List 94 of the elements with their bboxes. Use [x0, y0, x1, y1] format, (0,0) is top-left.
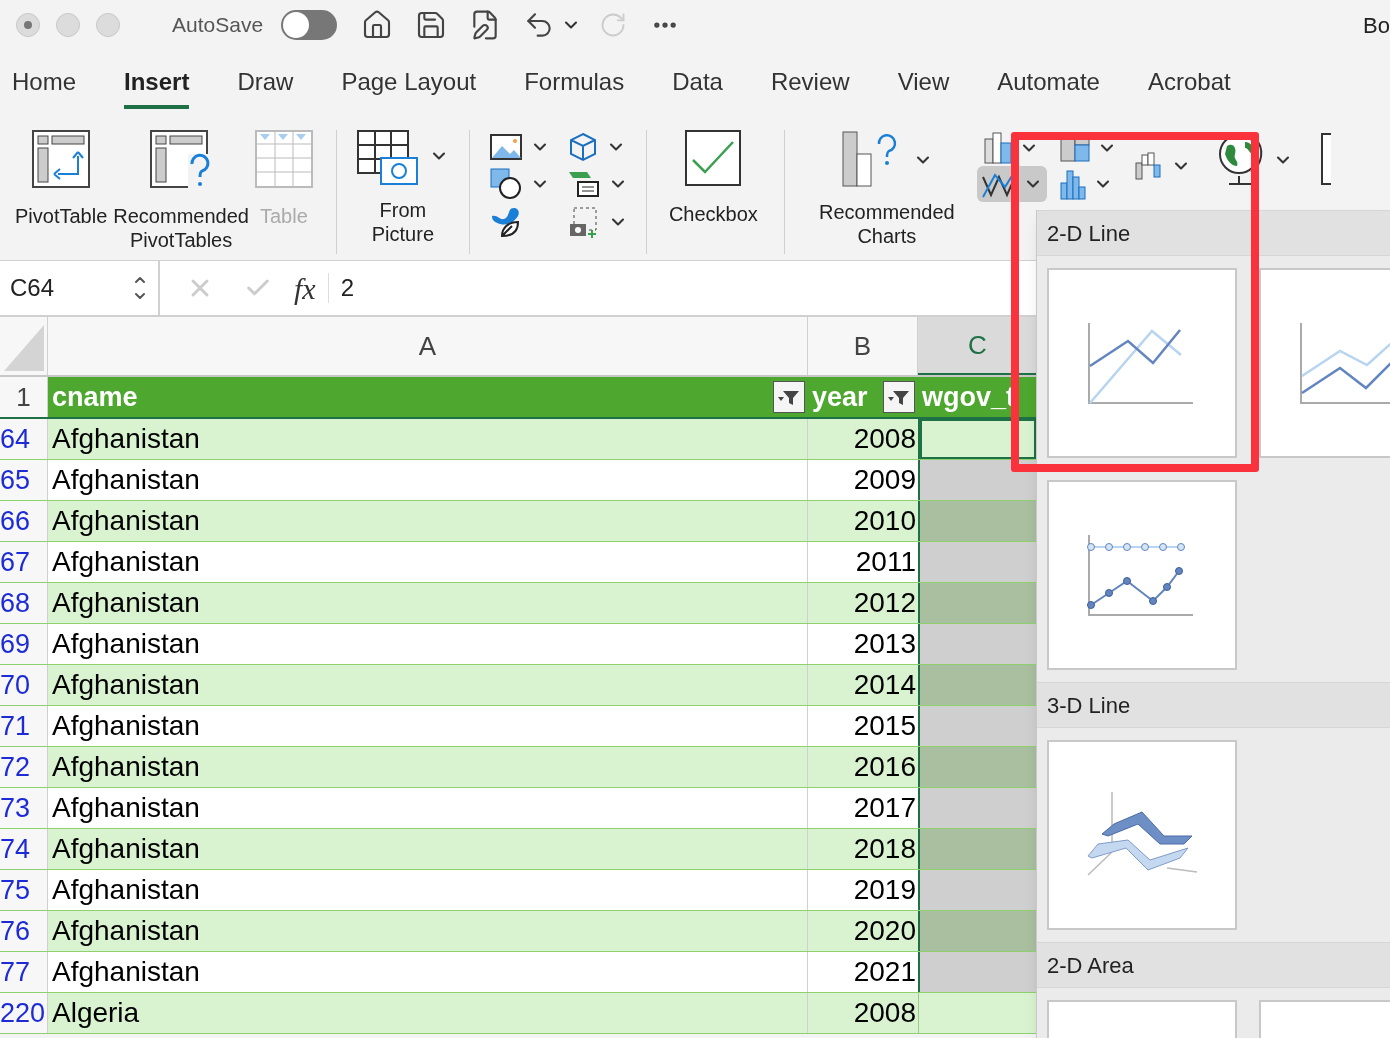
row-header[interactable]: 1 — [0, 377, 48, 417]
row-header[interactable]: 73 — [0, 788, 48, 828]
chart-option[interactable] — [1047, 740, 1237, 930]
table-cell: Afghanistan — [48, 788, 808, 828]
section-header: 2-D Line — [1037, 210, 1390, 256]
pivot-table-help-icon — [150, 130, 213, 188]
table-cell-text: 2015 — [852, 709, 917, 743]
row-header[interactable]: 220 — [0, 993, 48, 1033]
section-header: 3-D Line — [1037, 682, 1390, 728]
window-title: Bo — [1363, 11, 1390, 40]
row-header[interactable]: 64 — [0, 419, 48, 459]
checkbox-icon — [685, 130, 742, 186]
table-cell-text: 2013 — [852, 627, 917, 661]
formula-value[interactable]: 2 — [340, 270, 354, 306]
table-cell-text: 2012 — [852, 586, 917, 620]
table-cell: Afghanistan — [48, 542, 808, 582]
row-header[interactable]: 72 — [0, 747, 48, 787]
icons-icon — [489, 206, 522, 238]
row-header[interactable]: 70 — [0, 665, 48, 705]
ribbon-button[interactable]: Recommended PivotTables — [110, 130, 252, 252]
autosave-toggle[interactable] — [281, 10, 338, 40]
table-cell-text: 2008 — [852, 996, 917, 1030]
table-cell: Afghanistan — [48, 870, 808, 910]
column-title: wgov_t — [922, 380, 1015, 414]
table-cell: Afghanistan — [48, 583, 808, 623]
ribbon-tab[interactable]: Page Layout — [341, 59, 477, 109]
name-box[interactable]: C64 — [0, 261, 160, 315]
row-header[interactable]: 69 — [0, 624, 48, 664]
filter-button[interactable] — [773, 381, 805, 413]
table-cell-text: 2020 — [852, 914, 917, 948]
column-header[interactable]: A — [48, 317, 808, 375]
table-cell-text: 2019 — [852, 873, 917, 907]
table-cell: Afghanistan — [48, 460, 808, 500]
row-header[interactable]: 71 — [0, 706, 48, 746]
table-cell-text: 2021 — [852, 955, 917, 989]
table-cell: Algeria — [48, 993, 808, 1033]
image-icon — [489, 134, 522, 160]
table-cell-text: 2011 — [854, 545, 917, 579]
screenshot-icon — [567, 206, 600, 238]
table-icon — [254, 130, 313, 188]
ribbon-tab[interactable]: Home — [12, 59, 77, 109]
section-header: 2-D Area — [1037, 942, 1390, 988]
table-cell-text: 2014 — [852, 668, 917, 702]
ribbon-tab[interactable]: Automate — [997, 59, 1100, 109]
ribbon-tab[interactable]: Draw — [237, 59, 294, 109]
close-window-button[interactable] — [16, 13, 40, 37]
recommended-charts-button[interactable]: Recommended Charts — [806, 130, 967, 248]
row-header[interactable]: 65 — [0, 460, 48, 500]
table-cell-text: 2008 — [852, 422, 917, 456]
table-cell-text: 2016 — [852, 750, 917, 784]
table-cell: Afghanistan — [48, 665, 808, 705]
table-cell: Afghanistan — [48, 952, 808, 992]
stacked-line-chart-icon — [1299, 321, 1390, 405]
insert-function-button[interactable]: fx — [294, 265, 316, 311]
column-header[interactable]: C — [918, 317, 1038, 375]
table-cell: Afghanistan — [48, 747, 808, 787]
filter-button[interactable] — [883, 381, 915, 413]
ribbon-button[interactable]: PivotTable — [12, 130, 111, 228]
table-cell: Afghanistan — [48, 419, 808, 459]
table-cell: Afghanistan — [48, 624, 808, 664]
row-header[interactable]: 66 — [0, 501, 48, 541]
table-cell-text: 2010 — [852, 504, 917, 538]
table-camera-icon — [356, 130, 421, 186]
table-cell-text: 2017 — [852, 791, 917, 825]
column-title: cname — [52, 380, 138, 414]
row-header[interactable]: 76 — [0, 911, 48, 951]
table-cell: Afghanistan — [48, 911, 808, 951]
ribbon-tab[interactable]: View — [897, 59, 950, 109]
ribbon-tab[interactable]: Formulas — [524, 59, 625, 109]
table-cell-text: 2009 — [852, 463, 917, 497]
ribbon-tab[interactable]: Insert — [124, 59, 190, 109]
ribbon-tab[interactable]: Review — [770, 59, 850, 109]
pivot-table-icon — [32, 130, 91, 188]
table-cell: Afghanistan — [48, 706, 808, 746]
chart-option[interactable] — [1047, 480, 1237, 670]
row-header[interactable]: 75 — [0, 870, 48, 910]
row-header[interactable]: 77 — [0, 952, 48, 992]
chart-icon — [1320, 130, 1331, 186]
ribbon-tab[interactable]: Data — [672, 59, 723, 109]
ribbon-tab[interactable]: Acrobat — [1147, 59, 1231, 109]
row-header[interactable]: 74 — [0, 829, 48, 869]
from-picture-button[interactable]: From Picture — [356, 130, 449, 246]
table-cell: Afghanistan — [48, 829, 808, 869]
checkbox-button[interactable]: Checkbox — [664, 130, 762, 226]
autosave-label: AutoSave — [172, 12, 264, 39]
column-title: year — [812, 380, 868, 414]
histogram-chart-icon — [1058, 167, 1089, 201]
row-header[interactable]: 67 — [0, 542, 48, 582]
row-header[interactable]: 68 — [0, 583, 48, 623]
cube-icon — [567, 132, 598, 162]
table-cell-text: 2018 — [852, 832, 917, 866]
table-cell: Afghanistan — [48, 501, 808, 541]
smartart-icon — [567, 170, 600, 198]
shapes-icon — [489, 168, 522, 200]
